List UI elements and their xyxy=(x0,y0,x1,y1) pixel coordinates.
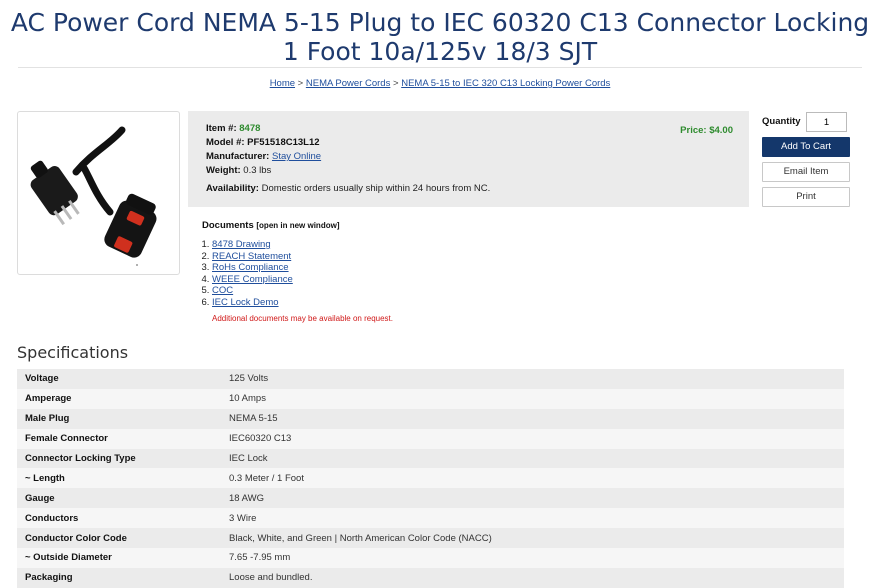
spec-value: IEC Lock xyxy=(229,453,268,464)
spec-key: Female Connector xyxy=(25,433,108,445)
breadcrumb-separator: > xyxy=(297,78,304,89)
quantity-label: Quantity xyxy=(762,116,801,127)
quantity-input[interactable] xyxy=(806,112,847,132)
document-link-iec-lock-demo[interactable]: IEC Lock Demo xyxy=(212,297,279,308)
breadcrumb: Home > NEMA Power Cords > NEMA 5-15 to I… xyxy=(0,78,880,89)
spec-key: ~ Length xyxy=(25,472,65,484)
spec-row: Connector Locking Type IEC Lock xyxy=(17,448,844,469)
document-item: REACH Statement xyxy=(212,251,393,263)
documents-list: 8478 Drawing REACH Statement RoHs Compli… xyxy=(202,239,393,308)
spec-value: NEMA 5-15 xyxy=(229,413,278,425)
weight-label: Weight: xyxy=(206,165,241,176)
document-item: COC xyxy=(212,285,393,297)
price-value: $4.00 xyxy=(709,125,733,136)
document-link-reach[interactable]: REACH Statement xyxy=(212,251,291,262)
availability-value: Domestic orders usually ship within 24 h… xyxy=(261,183,491,194)
price: Price: $4.00 xyxy=(680,125,733,136)
spec-row: Voltage 125 Volts xyxy=(17,369,844,389)
spec-key: Voltage xyxy=(25,373,59,385)
document-item: WEEE Compliance xyxy=(212,274,393,286)
documents-heading-text: Documents xyxy=(202,220,254,231)
spec-value: IEC60320 C13 xyxy=(229,433,292,445)
spec-value: 125 Volts xyxy=(229,373,269,385)
availability-label: Availability: xyxy=(206,183,259,194)
manufacturer-line: Manufacturer: Stay Online xyxy=(206,150,490,164)
document-link-rohs[interactable]: RoHs Compliance xyxy=(212,262,289,273)
spec-row: Conductors 3 Wire xyxy=(17,508,844,529)
model-number-label: Model #: xyxy=(206,137,245,148)
title-divider xyxy=(18,67,862,68)
document-item: 8478 Drawing xyxy=(212,239,393,251)
specifications-table: Voltage 125 Volts Amperage 10 Amps Male Plug… xyxy=(17,369,844,588)
price-label: Price: xyxy=(680,125,707,136)
spec-key: Amperage xyxy=(25,393,72,405)
specifications-heading: Specifications xyxy=(17,343,129,362)
spec-value: Loose and bundled. xyxy=(229,572,313,584)
spec-value: 18 AWG xyxy=(229,492,265,504)
spec-key: ~ Outside Diameter xyxy=(25,552,112,564)
spec-key: Packaging xyxy=(25,572,73,584)
email-item-button[interactable]: Email Item xyxy=(762,162,850,182)
power-cord-image xyxy=(30,126,157,266)
spec-row: Gauge 18 AWG xyxy=(17,488,844,509)
product-image[interactable] xyxy=(17,111,180,275)
spec-row: ~ Length 0.3 Meter / 1 Foot xyxy=(17,468,844,489)
spec-key: Conductor Color Code xyxy=(25,532,127,544)
spec-value: 0.3 Meter / 1 Foot xyxy=(229,472,304,484)
breadcrumb-nema-power-cords-link[interactable]: NEMA Power Cords xyxy=(306,78,390,89)
manufacturer-link[interactable]: Stay Online xyxy=(272,151,321,162)
model-number-line: Model #: PF51518C13L12 xyxy=(206,136,490,150)
item-number-line: Item #: 8478 xyxy=(206,122,490,136)
document-item: RoHs Compliance xyxy=(212,262,393,274)
item-number-value: 8478 xyxy=(239,123,261,134)
document-item: IEC Lock Demo xyxy=(212,297,393,309)
item-number-label: Item #: xyxy=(206,123,237,134)
weight-value: 0.3 lbs xyxy=(243,165,272,176)
spec-value: 7.65 -7.95 mm xyxy=(229,552,291,564)
spec-row: ~ Outside Diameter 7.65 -7.95 mm xyxy=(17,548,844,568)
availability-line: Availability: Domestic orders usually sh… xyxy=(206,182,490,196)
product-title: AC Power Cord NEMA 5-15 Plug to IEC 6032… xyxy=(10,8,870,66)
documents-heading-note: [open in new window] xyxy=(256,221,340,230)
documents-heading: Documents [open in new window] xyxy=(202,220,393,231)
documents-note: Additional documents may be available on… xyxy=(212,314,393,323)
spec-key: Conductors xyxy=(25,512,79,524)
spec-key: Gauge xyxy=(25,492,55,504)
document-link-drawing[interactable]: 8478 Drawing xyxy=(212,239,271,250)
model-number-value: PF51518C13L12 xyxy=(247,137,320,148)
spec-key: Connector Locking Type xyxy=(25,453,136,464)
breadcrumb-home-link[interactable]: Home xyxy=(270,78,295,89)
product-info-panel: Item #: 8478 Model #: PF51518C13L12 Manu… xyxy=(188,111,749,207)
document-link-coc[interactable]: COC xyxy=(212,285,233,296)
spec-row: Conductor Color Code Black, White, and Gr… xyxy=(17,528,844,549)
weight-line: Weight: 0.3 lbs xyxy=(206,164,490,178)
spec-row: Male Plug NEMA 5-15 xyxy=(17,408,844,429)
print-button[interactable]: Print xyxy=(762,187,850,207)
breadcrumb-separator: > xyxy=(393,78,399,89)
spec-value: Black, White, and Green | North American… xyxy=(229,532,492,544)
spec-value: 3 Wire xyxy=(229,512,257,524)
manufacturer-label: Manufacturer: xyxy=(206,151,270,162)
add-to-cart-button[interactable]: Add To Cart xyxy=(762,137,850,157)
breadcrumb-category-link[interactable]: NEMA 5-15 to IEC 320 C13 Locking Power C… xyxy=(401,78,610,89)
document-link-weee[interactable]: WEEE Compliance xyxy=(212,274,293,285)
spec-value: 10 Amps xyxy=(229,393,266,405)
spec-row: Female Connector IEC60320 C13 xyxy=(17,428,844,449)
spec-row: Amperage 10 Amps xyxy=(17,388,844,409)
documents-section: Documents [open in new window] 8478 Draw… xyxy=(202,220,393,323)
spec-key: Male Plug xyxy=(25,413,70,425)
